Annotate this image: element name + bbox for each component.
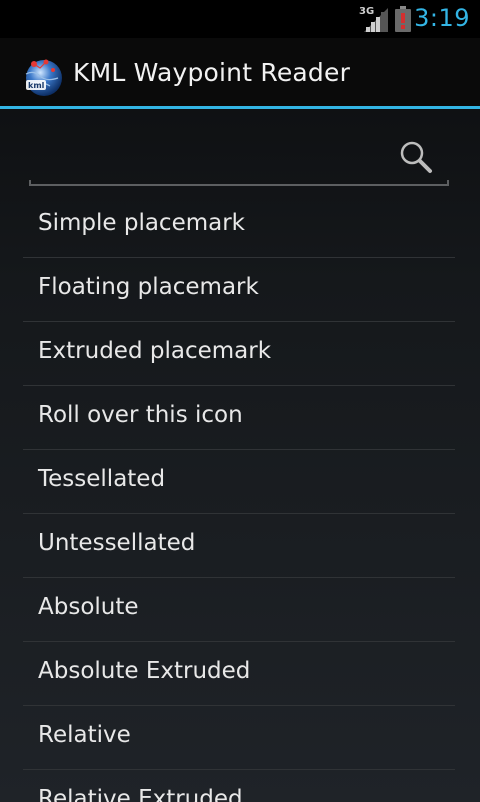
search-input[interactable] <box>29 130 393 184</box>
search-icon[interactable] <box>399 140 433 174</box>
status-bar: 3G 3:19 <box>0 0 480 38</box>
list-item[interactable]: Untessellated <box>23 514 455 578</box>
action-bar: kml KML Waypoint Reader <box>0 38 480 106</box>
list-item-label: Relative Extruded <box>38 786 243 802</box>
list-item-label: Relative <box>38 722 131 748</box>
list-item[interactable]: Floating placemark <box>23 258 455 322</box>
svg-text:kml: kml <box>28 81 45 90</box>
status-time: 3:19 <box>414 4 470 32</box>
placemark-list: Simple placemark Floating placemark Extr… <box>23 194 455 802</box>
signal-bars-icon <box>364 8 388 32</box>
list-item[interactable]: Absolute <box>23 578 455 642</box>
list-item-label: Tessellated <box>38 466 166 492</box>
list-item[interactable]: Absolute Extruded <box>23 642 455 706</box>
battery-alert-icon <box>395 6 411 32</box>
list-item[interactable]: Roll over this icon <box>23 386 455 450</box>
list-item[interactable]: Tessellated <box>23 450 455 514</box>
kml-app-icon[interactable]: kml <box>20 54 64 98</box>
search-underline <box>29 180 449 186</box>
list-item-label: Absolute Extruded <box>38 658 251 684</box>
list-item-label: Absolute <box>38 594 139 620</box>
list-item-label: Simple placemark <box>38 210 245 236</box>
action-bar-divider <box>0 106 480 109</box>
screen: 3G 3:19 kml KML Waypoint Reader Simple p… <box>0 0 480 802</box>
app-title: KML Waypoint Reader <box>73 58 351 87</box>
list-item-label: Extruded placemark <box>38 338 272 364</box>
list-item[interactable]: Extruded placemark <box>23 322 455 386</box>
list-item-label: Untessellated <box>38 530 196 556</box>
search-box <box>29 130 449 186</box>
list-item-label: Roll over this icon <box>38 402 243 428</box>
list-item[interactable]: Relative Extruded <box>23 770 455 802</box>
list-item-label: Floating placemark <box>38 274 259 300</box>
list-item[interactable]: Relative <box>23 706 455 770</box>
list-item[interactable]: Simple placemark <box>23 194 455 258</box>
